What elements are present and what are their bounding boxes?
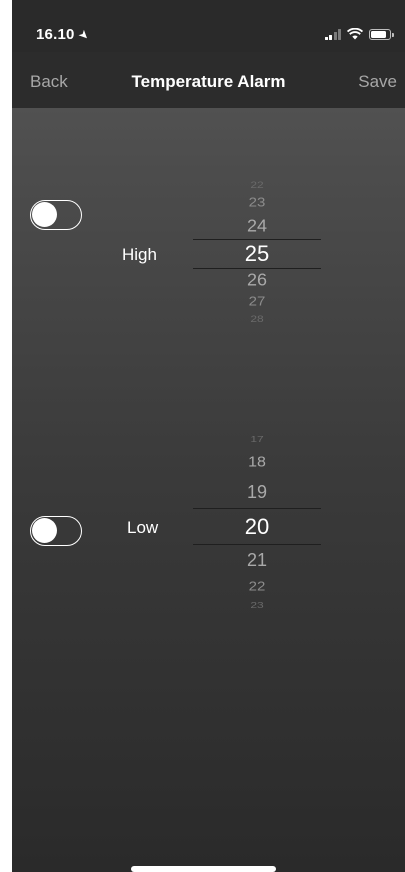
picker-value: 18	[248, 454, 266, 471]
picker-value: 22	[250, 179, 264, 191]
status-time: 16.10➤	[36, 26, 93, 44]
picker-value: 28	[250, 313, 264, 325]
picker-selected-value: 25	[244, 241, 270, 266]
picker-selected-value: 20	[244, 514, 270, 539]
picker-value: 21	[246, 550, 268, 570]
picker-value: 23	[248, 195, 266, 210]
picker-value: 23	[250, 600, 264, 610]
location-arrow-icon: ➤	[75, 26, 93, 44]
picker-value: 17	[250, 434, 264, 444]
high-temperature-picker[interactable]: 22 23 24 25 26 27 28	[193, 172, 321, 332]
home-indicator[interactable]	[131, 866, 276, 872]
navigation-bar: Back Temperature Alarm Save	[12, 52, 405, 108]
app-screen: 16.10➤ Back Temperature Alarm Save High …	[12, 0, 405, 872]
picker-value: 24	[246, 216, 268, 236]
picker-value: 26	[246, 270, 268, 290]
picker-value: 19	[246, 482, 268, 502]
picker-value: 22	[248, 579, 266, 594]
picker-value: 27	[248, 294, 266, 309]
save-button[interactable]: Save	[358, 72, 397, 92]
low-alarm-toggle[interactable]	[30, 516, 82, 546]
page-title: Temperature Alarm	[131, 72, 286, 91]
toggle-knob	[32, 202, 57, 227]
status-icons	[324, 28, 394, 40]
status-time-text: 16.10	[36, 26, 75, 43]
battery-icon	[369, 28, 394, 40]
signal-icon	[324, 28, 341, 40]
high-alarm-toggle[interactable]	[30, 200, 82, 230]
wifi-icon	[347, 28, 363, 40]
high-label: High	[122, 245, 157, 264]
low-label: Low	[127, 518, 159, 537]
toggle-knob	[32, 518, 57, 543]
low-temperature-picker[interactable]: 17 18 19 20 21 22 23	[193, 426, 321, 626]
